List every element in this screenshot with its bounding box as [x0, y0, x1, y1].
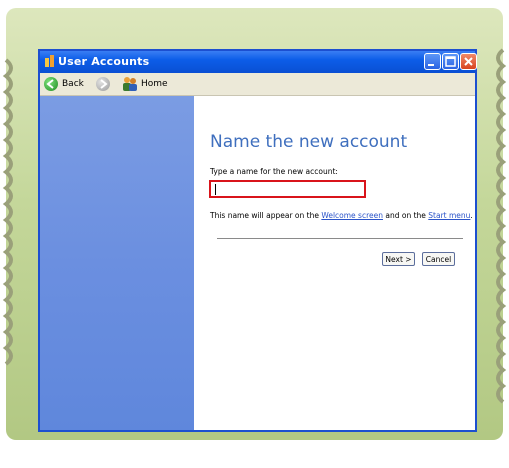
- welcome-screen-link[interactable]: Welcome screen: [321, 211, 383, 220]
- name-prompt-label: Type a name for the new account:: [210, 167, 338, 176]
- forward-button[interactable]: [96, 76, 110, 92]
- wizard-content: Name the new account Type a name for the…: [194, 96, 475, 430]
- home-label: Home: [141, 79, 168, 89]
- back-arrow-icon: [44, 77, 58, 91]
- start-menu-link[interactable]: Start menu: [428, 211, 470, 220]
- close-icon: [464, 57, 473, 66]
- maximize-button[interactable]: [442, 53, 459, 70]
- cancel-button[interactable]: Cancel: [422, 252, 455, 266]
- users-home-icon: [123, 77, 137, 91]
- note-suffix: .: [470, 211, 473, 220]
- navigation-toolbar: Back Home: [40, 73, 475, 96]
- user-accounts-window: User Accounts Back Home Name the new acc…: [38, 49, 477, 432]
- back-label: Back: [62, 79, 84, 89]
- close-button[interactable]: [460, 53, 477, 70]
- window-titlebar[interactable]: User Accounts: [40, 51, 477, 73]
- text-caret: [215, 184, 216, 195]
- home-button[interactable]: Home: [122, 76, 168, 92]
- left-task-pane: [40, 96, 194, 430]
- name-usage-note: This name will appear on the Welcome scr…: [210, 211, 473, 220]
- next-button[interactable]: Next >: [382, 252, 415, 266]
- page-title: Name the new account: [210, 132, 408, 152]
- note-prefix: This name will appear on the: [210, 211, 322, 220]
- note-middle: and on the: [382, 211, 429, 220]
- minimize-icon: [428, 64, 434, 66]
- maximize-icon: [445, 56, 456, 67]
- account-name-input[interactable]: [209, 180, 366, 198]
- minimize-button[interactable]: [424, 53, 441, 70]
- forward-arrow-icon: [96, 77, 110, 91]
- window-title: User Accounts: [58, 55, 150, 68]
- divider: [217, 238, 463, 239]
- user-accounts-app-icon: [45, 55, 54, 67]
- back-button[interactable]: Back: [44, 76, 84, 92]
